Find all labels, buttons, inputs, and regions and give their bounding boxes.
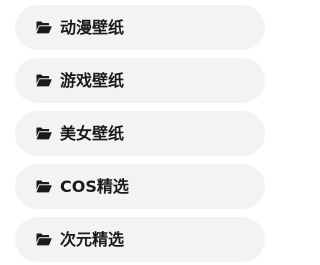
menu-item-label: 游戏壁纸 xyxy=(60,70,125,90)
folder-open-icon xyxy=(36,74,52,88)
folder-open-icon xyxy=(36,233,52,247)
folder-open-icon xyxy=(36,180,52,194)
menu-item-beauty-wallpaper[interactable]: 美女壁纸 xyxy=(15,111,265,156)
menu-item-anime-wallpaper[interactable]: 动漫壁纸 xyxy=(15,5,265,50)
category-menu: 动漫壁纸 游戏壁纸 美女壁纸 COS精选 次元精选 xyxy=(0,0,280,265)
menu-item-label: COS精选 xyxy=(60,176,129,196)
folder-open-icon xyxy=(36,127,52,141)
menu-item-label: 美女壁纸 xyxy=(60,123,125,143)
menu-item-cos-picks[interactable]: COS精选 xyxy=(15,164,265,209)
menu-item-game-wallpaper[interactable]: 游戏壁纸 xyxy=(15,58,265,103)
folder-open-icon xyxy=(36,21,52,35)
menu-item-dimension-picks[interactable]: 次元精选 xyxy=(15,217,265,262)
menu-item-label: 动漫壁纸 xyxy=(60,17,125,37)
menu-item-label: 次元精选 xyxy=(60,229,125,249)
